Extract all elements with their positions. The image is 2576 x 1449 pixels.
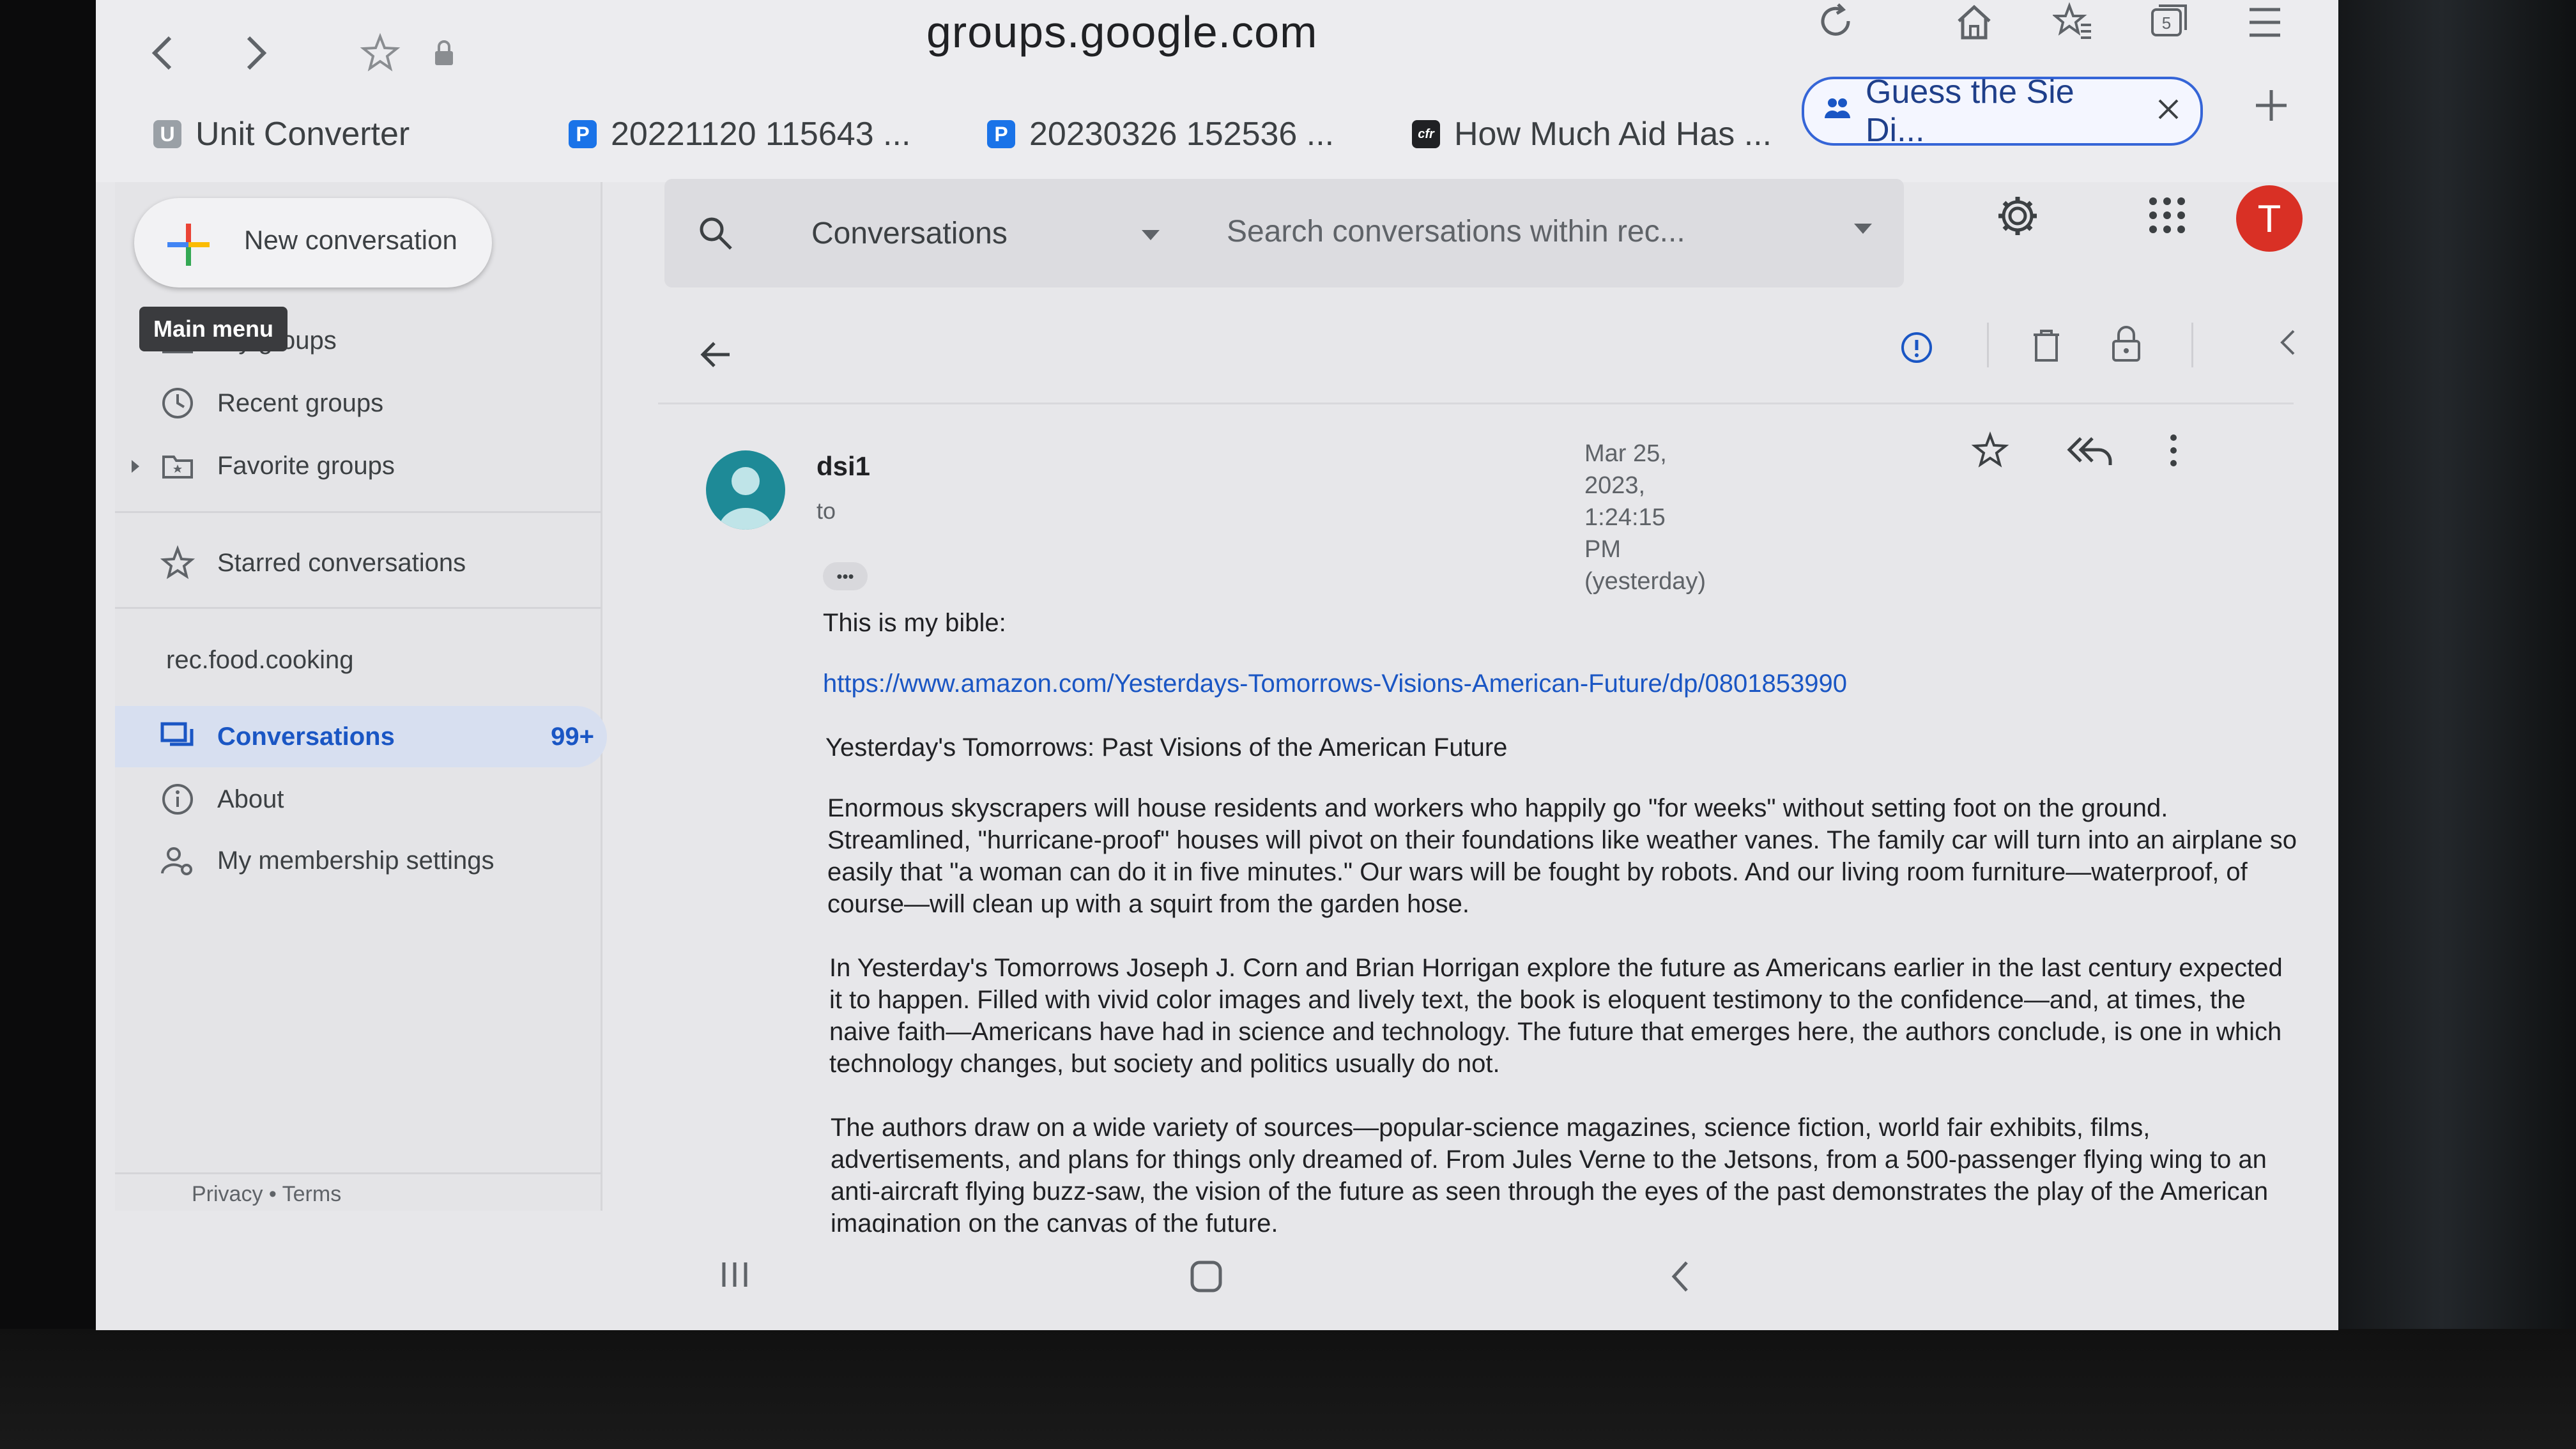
report-icon[interactable] [1897,328,1936,370]
sidebar-item-favorite-groups[interactable]: Favorite groups [115,435,601,496]
system-back-icon[interactable] [1667,1259,1693,1298]
sidebar: New conversation Main menu My groups Rec… [115,182,607,1211]
membership-settings-icon [160,843,195,878]
settings-gear-icon[interactable] [1993,192,2042,243]
message-date: Mar 25, 2023, 1:24:15 PM (yesterday) [1584,440,1706,595]
plus-icon [166,222,211,267]
tab-label: 20230326 152536 ... [1029,116,1335,153]
sidebar-divider [115,607,601,609]
apps-grid-icon[interactable] [2147,195,2188,239]
tab-unit-converter[interactable]: U Unit Converter [134,102,569,166]
amazon-link[interactable]: https://www.amazon.com/Yesterdays-Tomorr… [823,670,1847,698]
sidebar-item-about[interactable]: About [115,769,601,830]
book-title: Yesterday's Tomorrows: Past Visions of t… [825,733,1508,762]
tab-favicon-cfr: cfr [1412,120,1440,148]
svg-text:5: 5 [2162,13,2171,33]
group-name: rec.food.cooking [166,645,354,674]
tab-favicon-u: U [153,120,181,148]
browser-menu-icon[interactable] [2242,0,2287,45]
sidebar-item-starred[interactable]: Starred conversations [115,532,601,594]
browser-chrome: groups.google.com 5 U Unit Converter P 2… [96,0,2338,182]
new-conversation-button[interactable]: New conversation [134,198,492,288]
new-conversation-label: New conversation [244,225,457,255]
sidebar-divider [115,1172,601,1174]
message-intro: This is my bible: [823,609,1006,637]
conversations-icon [160,719,195,755]
info-icon [160,781,195,817]
author-name[interactable]: dsi1 [816,450,870,482]
tab-guess-active[interactable]: Guess the Sie Di... [1802,73,2203,149]
sidebar-item-label: Favorite groups [217,451,395,480]
tablet-screen: groups.google.com 5 U Unit Converter P 2… [96,0,2338,1330]
tab-aid-article[interactable]: cfr How Much Aid Has ... [1393,102,1814,166]
message-link[interactable]: https://www.amazon.com/Yesterdays-Tomorr… [823,668,2292,700]
previous-conversation-icon[interactable] [2274,325,2300,364]
search-scope-select[interactable]: Conversations [811,216,1008,251]
sidebar-item-membership[interactable]: My membership settings [115,830,601,891]
group-name-heading: rec.food.cooking [115,629,601,691]
toolbar-divider [2191,323,2193,367]
close-tab-icon[interactable] [2156,92,2181,130]
sidebar-divider [115,511,601,513]
bookmark-star-icon[interactable] [358,31,402,75]
recent-apps-icon[interactable] [719,1259,751,1294]
device-bezel-bottom [0,1329,2576,1449]
clock-icon [160,385,195,421]
star-icon [160,545,195,581]
sidebar-item-label: About [217,785,284,813]
address-bar-url[interactable]: groups.google.com [926,6,1317,57]
account-avatar[interactable]: T [2236,185,2303,252]
back-arrow-icon[interactable] [696,335,735,377]
toolbar-divider [1987,323,1989,367]
sidebar-item-label: Conversations [217,722,395,751]
new-tab-icon[interactable] [2249,83,2294,128]
sidebar-item-label: Recent groups [217,388,384,417]
folder-star-icon [160,448,195,484]
privacy-terms-links[interactable]: Privacy • Terms [192,1182,341,1207]
message-paragraph-2: In Yesterday's Tomorrows Joseph J. Corn … [829,954,2283,1078]
expand-arrow-icon[interactable] [129,452,142,480]
conversation-toolbar [658,313,2295,404]
delete-icon[interactable] [2028,326,2064,367]
recipient-label: to [816,498,836,524]
star-message-icon[interactable] [1971,431,2009,473]
main-menu-tooltip: Main menu [139,307,288,351]
home-icon[interactable] [1952,0,1997,45]
reload-icon[interactable] [1814,0,1859,45]
tab-photo-2[interactable]: P 20230326 152536 ... [968,102,1364,166]
more-options-icon[interactable] [2166,431,2181,473]
author-avatar [706,450,785,530]
tab-photo-1[interactable]: P 20221120 115643 ... [549,102,946,166]
search-options-dropdown-icon[interactable] [1853,222,1873,238]
show-trimmed-content-button[interactable]: ••• [823,562,868,590]
sidebar-item-label: My membership settings [217,846,494,875]
tab-favicon-p: P [569,120,597,148]
tab-favicon-p: P [987,120,1015,148]
reply-all-icon[interactable] [2067,433,2113,472]
device-bezel-right [2332,0,2576,1449]
home-button-icon[interactable] [1188,1259,1224,1298]
tab-switcher-icon[interactable]: 5 [2147,0,2191,45]
bookmarks-icon[interactable] [2051,0,2096,45]
scope-dropdown-icon[interactable] [1140,229,1161,245]
search-input[interactable]: Search conversations within rec... [1227,214,1685,249]
tab-label: 20221120 115643 ... [611,116,911,153]
unread-count-badge: 99+ [551,722,594,751]
sidebar-item-conversations[interactable]: Conversations 99+ [115,706,607,767]
message-paragraph-1: Enormous skyscrapers will house resident… [827,794,2297,918]
lock-icon [422,31,466,75]
tab-label: How Much Aid Has ... [1454,116,1772,153]
back-icon[interactable] [141,31,185,75]
tab-label: Guess the Sie Di... [1866,73,2074,149]
search-bar: Conversations Search conversations withi… [664,179,1904,288]
sidebar-item-label: Starred conversations [217,548,466,577]
sidebar-item-recent-groups[interactable]: Recent groups [115,372,601,434]
group-tab-icon [1823,92,1851,130]
lock-conversation-icon[interactable] [2108,323,2144,367]
search-icon[interactable] [696,214,735,256]
forward-icon[interactable] [233,31,278,75]
tab-label: Unit Converter [195,116,410,153]
message-paragraph-3: The authors draw on a wide variety of so… [831,1114,2269,1238]
